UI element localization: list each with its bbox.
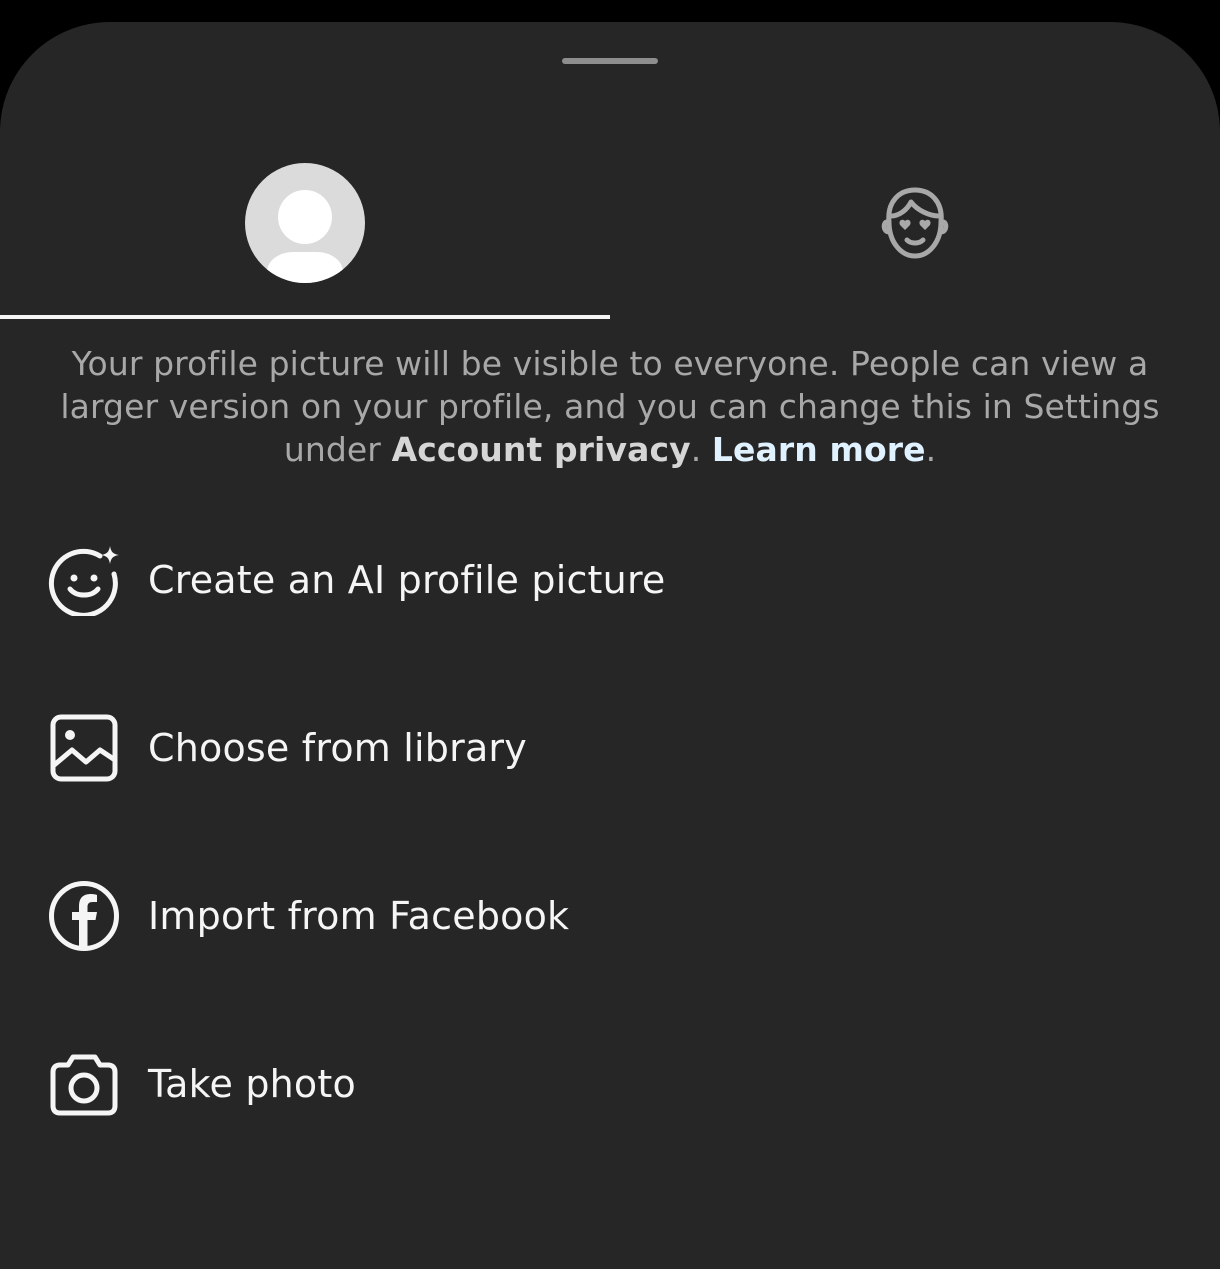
avatar-face-icon [881, 187, 949, 259]
picture-type-tabs [0, 142, 1220, 320]
take-photo-label: Take photo [148, 1062, 356, 1106]
learn-more-link[interactable]: Learn more [712, 430, 926, 469]
choose-from-library-option[interactable]: Choose from library [0, 664, 1220, 832]
take-photo-option[interactable]: Take photo [0, 1000, 1220, 1168]
tab-profile-picture[interactable] [0, 142, 610, 320]
facebook-icon [48, 880, 120, 952]
notice-period: . [925, 430, 937, 469]
camera-icon [48, 1048, 120, 1120]
import-from-facebook-label: Import from Facebook [148, 894, 570, 938]
tab-avatar[interactable] [610, 142, 1220, 320]
create-ai-profile-picture-label: Create an AI profile picture [148, 558, 666, 602]
choose-from-library-label: Choose from library [148, 726, 527, 770]
drag-handle[interactable] [562, 58, 658, 64]
create-ai-profile-picture-option[interactable]: Create an AI profile picture [0, 496, 1220, 664]
notice-separator: . [690, 430, 712, 469]
selected-tab-indicator [0, 315, 610, 319]
profile-visibility-notice: Your profile picture will be visible to … [40, 342, 1180, 471]
image-library-icon [48, 712, 120, 784]
default-avatar-icon [245, 163, 365, 283]
bottom-sheet: Your profile picture will be visible to … [0, 22, 1220, 1269]
picture-options-menu: Create an AI profile picture Choose from… [0, 496, 1220, 1168]
import-from-facebook-option[interactable]: Import from Facebook [0, 832, 1220, 1000]
ai-sparkle-face-icon [48, 544, 120, 616]
account-privacy-setting: Account privacy [391, 430, 691, 469]
